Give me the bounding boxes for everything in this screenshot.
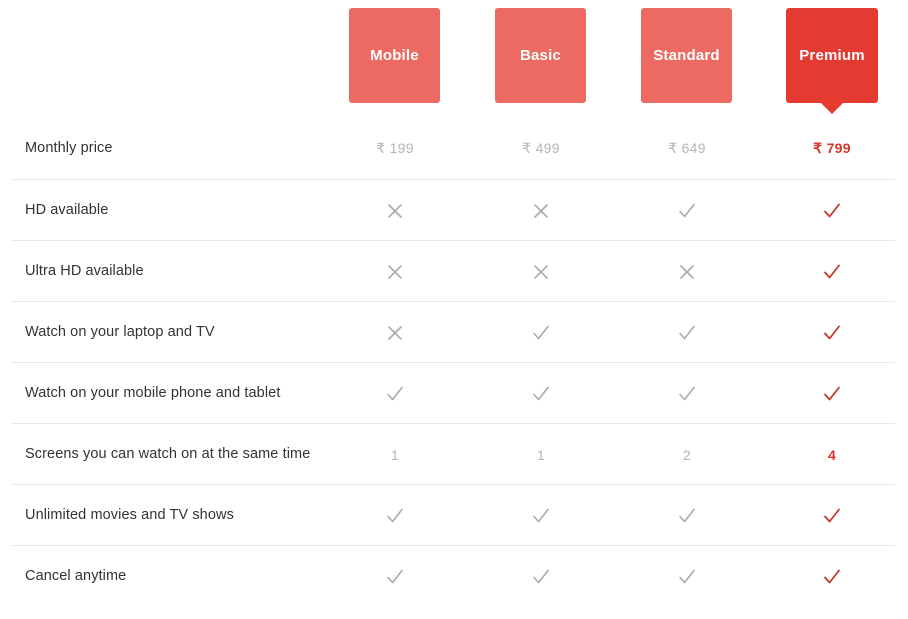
- feature-cell: [495, 241, 587, 302]
- feature-cell: [495, 302, 587, 363]
- feature-cell: [786, 180, 878, 241]
- check-icon: [530, 383, 552, 405]
- plan-tab-label: Basic: [519, 47, 562, 64]
- check-icon: [821, 383, 843, 405]
- feature-cell: 4: [786, 424, 878, 485]
- check-icon: [821, 566, 843, 588]
- feature-cell: [349, 363, 441, 424]
- plan-tab-mobile[interactable]: Mobile: [349, 8, 440, 103]
- feature-value: 2: [682, 446, 692, 463]
- feature-value: ₹ 499: [522, 140, 560, 156]
- feature-cell: ₹ 499: [495, 118, 587, 179]
- feature-rows: Monthly price ₹ 199 ₹ 499 ₹ 649 ₹ 799 HD avai…: [0, 118, 908, 606]
- feature-row: Watch on your mobile phone and tablet: [12, 362, 895, 423]
- feature-cell: ₹ 199: [349, 118, 441, 179]
- cross-icon: [385, 262, 405, 282]
- feature-row: Unlimited movies and TV shows: [12, 484, 895, 545]
- plan-tab-basic[interactable]: Basic: [495, 8, 586, 103]
- check-icon: [530, 566, 552, 588]
- feature-row: Ultra HD available: [12, 240, 895, 301]
- feature-cell: [641, 241, 733, 302]
- feature-label: Watch on your laptop and TV: [25, 324, 215, 340]
- feature-cell: [349, 546, 441, 607]
- feature-cell: [786, 302, 878, 363]
- feature-row: HD available: [12, 179, 895, 240]
- feature-cell: 1: [349, 424, 441, 485]
- feature-cell: ₹ 649: [641, 118, 733, 179]
- feature-label: Watch on your mobile phone and tablet: [25, 385, 281, 401]
- check-icon: [821, 322, 843, 344]
- feature-value: 1: [390, 446, 400, 463]
- feature-label: Monthly price: [25, 140, 113, 156]
- feature-cell: [786, 546, 878, 607]
- plan-tab-premium[interactable]: Premium: [786, 8, 878, 114]
- check-icon: [676, 383, 698, 405]
- feature-label: Unlimited movies and TV shows: [25, 507, 234, 523]
- feature-row: Screens you can watch on at the same tim…: [12, 423, 895, 484]
- plan-tabs-row: Mobile Basic Standard Premium: [0, 0, 908, 118]
- check-icon: [530, 322, 552, 344]
- check-icon: [821, 261, 843, 283]
- feature-value: 1: [536, 446, 546, 463]
- feature-value: ₹ 649: [668, 140, 706, 156]
- feature-value: ₹ 199: [376, 140, 414, 156]
- check-icon: [821, 505, 843, 527]
- feature-row: Cancel anytime: [12, 545, 895, 606]
- feature-cell: [786, 485, 878, 546]
- feature-cell: [349, 180, 441, 241]
- feature-cell: ₹ 799: [786, 118, 878, 179]
- check-icon: [676, 322, 698, 344]
- feature-cell: [349, 241, 441, 302]
- feature-cell: [641, 302, 733, 363]
- plan-tab-label: Mobile: [370, 47, 419, 64]
- feature-label: HD available: [25, 202, 109, 218]
- cross-icon: [531, 201, 551, 221]
- cross-icon: [531, 262, 551, 282]
- plan-comparison-table: Mobile Basic Standard Premium Monthly price…: [0, 0, 908, 619]
- plan-tab-label: Standard: [653, 47, 720, 64]
- feature-cell: [641, 485, 733, 546]
- feature-cell: [349, 485, 441, 546]
- feature-cell: [495, 363, 587, 424]
- feature-cell: 2: [641, 424, 733, 485]
- selected-plan-pointer-icon: [821, 103, 843, 114]
- feature-cell: [349, 302, 441, 363]
- cross-icon: [385, 323, 405, 343]
- check-icon: [384, 505, 406, 527]
- check-icon: [821, 200, 843, 222]
- check-icon: [530, 505, 552, 527]
- check-icon: [384, 566, 406, 588]
- plan-tab-label: Premium: [799, 47, 865, 64]
- feature-cell: [641, 180, 733, 241]
- feature-value: 4: [827, 446, 837, 463]
- cross-icon: [385, 201, 405, 221]
- feature-cell: [495, 485, 587, 546]
- check-icon: [676, 200, 698, 222]
- check-icon: [676, 505, 698, 527]
- feature-label: Cancel anytime: [25, 568, 127, 584]
- feature-cell: [495, 180, 587, 241]
- plan-tab-standard[interactable]: Standard: [641, 8, 732, 103]
- check-icon: [676, 566, 698, 588]
- feature-label: Screens you can watch on at the same tim…: [25, 446, 311, 462]
- feature-value: ₹ 799: [813, 140, 851, 156]
- feature-row: Watch on your laptop and TV: [12, 301, 895, 362]
- cross-icon: [677, 262, 697, 282]
- feature-cell: [495, 546, 587, 607]
- feature-cell: [641, 546, 733, 607]
- feature-row: Monthly price ₹ 199 ₹ 499 ₹ 649 ₹ 799: [12, 118, 895, 179]
- feature-cell: [786, 241, 878, 302]
- feature-cell: [641, 363, 733, 424]
- feature-cell: 1: [495, 424, 587, 485]
- check-icon: [384, 383, 406, 405]
- feature-cell: [786, 363, 878, 424]
- feature-label: Ultra HD available: [25, 263, 144, 279]
